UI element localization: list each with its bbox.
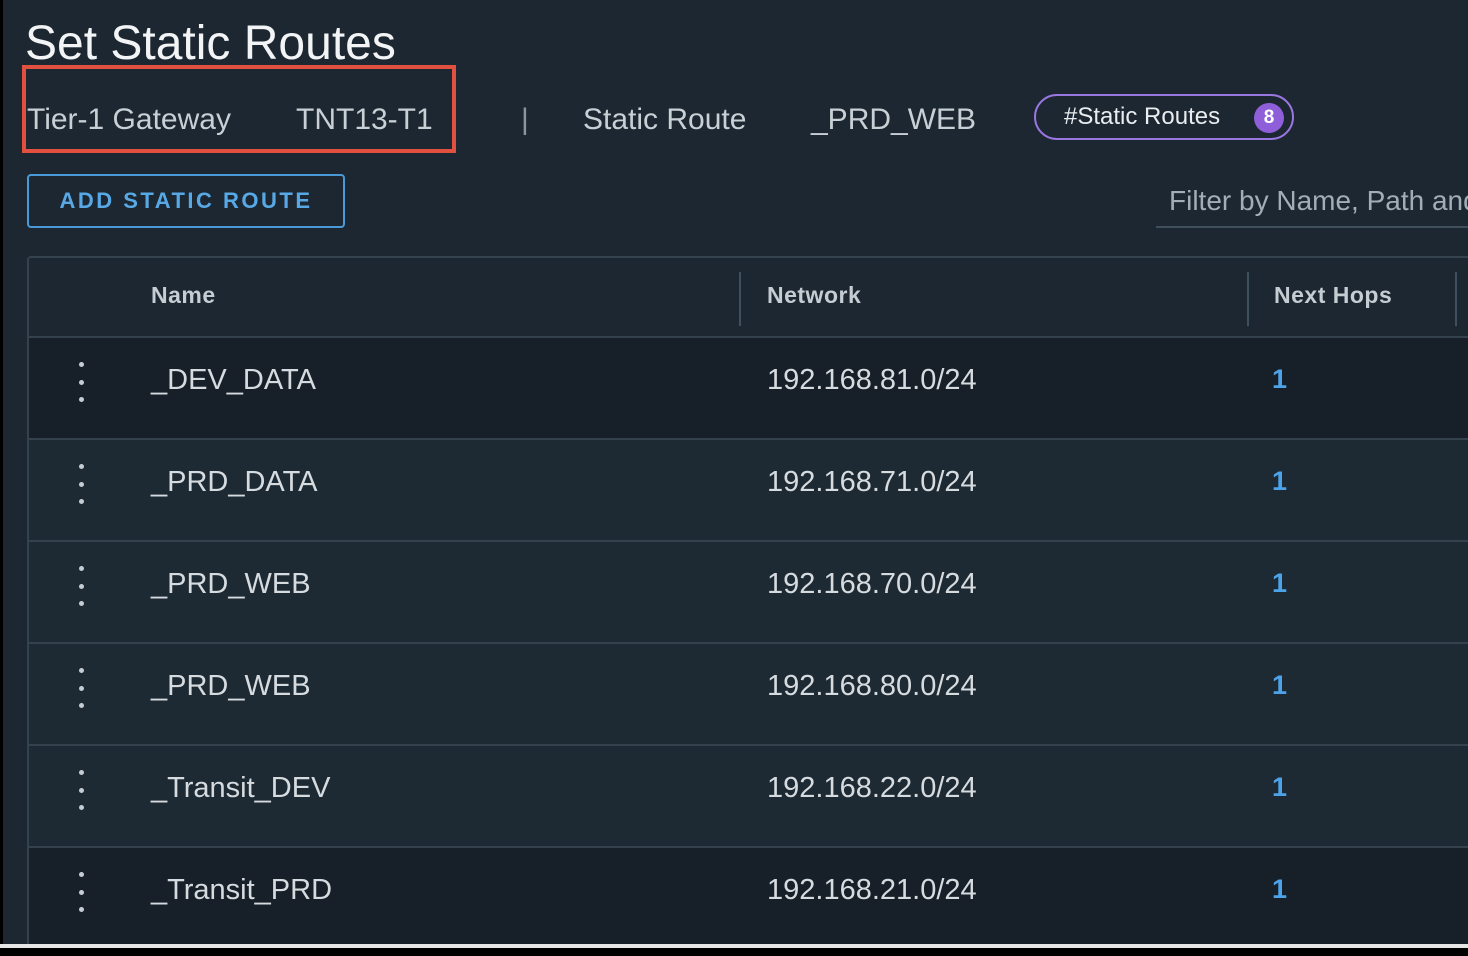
row-actions-menu-icon[interactable] [69,566,93,606]
cell-name: _PRD_WEB [151,670,311,702]
gateway-value: TNT13-T1 [296,103,433,136]
table-header: Name Network Next Hops [29,258,1468,338]
cell-network: 192.168.21.0/24 [767,874,977,906]
add-static-route-button[interactable]: ADD STATIC ROUTE [27,174,345,228]
cell-name: _Transit_PRD [151,874,333,906]
cell-network: 192.168.81.0/24 [767,364,977,396]
filter-input[interactable] [1156,176,1468,228]
static-route-label: Static Route [583,103,747,136]
table-row[interactable]: _Transit_DEV 192.168.22.0/24 1 [29,746,1468,848]
cell-network: 192.168.70.0/24 [767,568,977,600]
table-row[interactable]: _DEV_DATA 192.168.81.0/24 1 [29,338,1468,440]
static-routes-table: Name Network Next Hops _DEV_DATA 192.168… [27,256,1468,944]
static-routes-count-badge: 8 [1254,103,1284,133]
cell-name: _PRD_WEB [151,568,311,600]
next-hops-link[interactable]: 1 [1272,364,1287,395]
row-actions-menu-icon[interactable] [69,668,93,708]
column-separator[interactable] [1247,272,1249,326]
next-hops-link[interactable]: 1 [1272,466,1287,497]
column-header-next-hops[interactable]: Next Hops [1274,282,1392,309]
cell-network: 192.168.22.0/24 [767,772,977,804]
next-hops-link[interactable]: 1 [1272,670,1287,701]
cell-name: _PRD_DATA [151,466,318,498]
row-actions-menu-icon[interactable] [69,464,93,504]
table-row[interactable]: _PRD_DATA 192.168.71.0/24 1 [29,440,1468,542]
static-route-value: _PRD_WEB [811,103,977,136]
column-separator[interactable] [739,272,741,326]
row-actions-menu-icon[interactable] [69,770,93,810]
table-row[interactable]: _PRD_WEB 192.168.70.0/24 1 [29,542,1468,644]
context-separator: | [521,103,529,136]
cell-network: 192.168.71.0/24 [767,466,977,498]
page-title: Set Static Routes [25,17,396,70]
cell-name: _Transit_DEV [151,772,331,804]
next-hops-link[interactable]: 1 [1272,568,1287,599]
row-actions-menu-icon[interactable] [69,872,93,912]
table-row[interactable]: _Transit_PRD 192.168.21.0/24 1 [29,848,1468,944]
static-routes-count-label: #Static Routes [1064,103,1221,130]
next-hops-link[interactable]: 1 [1272,874,1287,905]
row-actions-menu-icon[interactable] [69,362,93,402]
gateway-label: Tier-1 Gateway [27,103,231,136]
next-hops-link[interactable]: 1 [1272,772,1287,803]
table-row[interactable]: _PRD_WEB 192.168.80.0/24 1 [29,644,1468,746]
cell-network: 192.168.80.0/24 [767,670,977,702]
window-bottom-edge [0,944,1468,948]
column-header-name[interactable]: Name [151,282,216,309]
column-header-network[interactable]: Network [767,282,861,309]
cell-name: _DEV_DATA [151,364,316,396]
static-routes-count-pill: #Static Routes 8 [1034,94,1294,140]
column-separator[interactable] [1455,272,1457,326]
static-routes-panel: Set Static Routes Tier-1 Gateway TNT13-T… [3,0,1468,944]
